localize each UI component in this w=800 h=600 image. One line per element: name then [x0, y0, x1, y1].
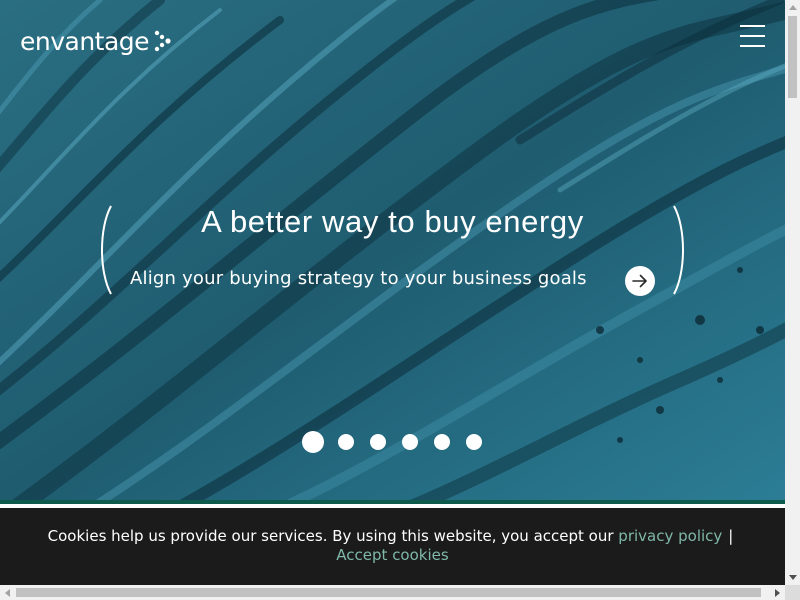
- horizontal-scroll-thumb[interactable]: [16, 588, 761, 597]
- hero-title: A better way to buy energy: [201, 204, 584, 239]
- hero-subtitle: Align your buying strategy to your busin…: [130, 268, 587, 289]
- vertical-scrollbar[interactable]: [785, 0, 800, 585]
- scrollbar-corner: [785, 585, 800, 600]
- arrow-right-icon: [632, 274, 647, 288]
- carousel-dot-5[interactable]: [434, 434, 450, 450]
- page-viewport: envantage A better way to buy energy Ali…: [0, 0, 785, 585]
- scroll-right-icon[interactable]: [770, 585, 785, 600]
- cookie-separator: |: [728, 527, 734, 545]
- accept-cookies-link[interactable]: Accept cookies: [336, 546, 448, 564]
- carousel-pagination: [302, 430, 498, 454]
- carousel-dot-3[interactable]: [370, 434, 386, 450]
- carousel-dot-4[interactable]: [402, 434, 418, 450]
- vertical-scroll-thumb[interactable]: [788, 16, 797, 98]
- hero-cta-button[interactable]: [625, 266, 655, 296]
- scroll-up-icon[interactable]: [785, 0, 800, 15]
- hero-section: envantage A better way to buy energy Ali…: [0, 0, 785, 500]
- scroll-down-icon[interactable]: [785, 570, 800, 585]
- envantage-logo[interactable]: envantage: [20, 26, 175, 56]
- privacy-policy-link[interactable]: privacy policy: [618, 527, 722, 545]
- logo-text: envantage: [20, 26, 150, 56]
- horizontal-scrollbar[interactable]: [0, 585, 785, 600]
- cookie-banner: Cookies help us provide our services. By…: [0, 508, 785, 585]
- logo-dots-icon: [153, 29, 175, 53]
- hamburger-menu-icon[interactable]: [740, 24, 766, 48]
- carousel-dot-1[interactable]: [302, 431, 324, 453]
- carousel-dot-2[interactable]: [338, 434, 354, 450]
- carousel-dot-6[interactable]: [466, 434, 482, 450]
- cookie-message: Cookies help us provide our services. By…: [47, 527, 614, 545]
- scroll-left-icon[interactable]: [0, 585, 15, 600]
- marble-background-image: [0, 0, 785, 500]
